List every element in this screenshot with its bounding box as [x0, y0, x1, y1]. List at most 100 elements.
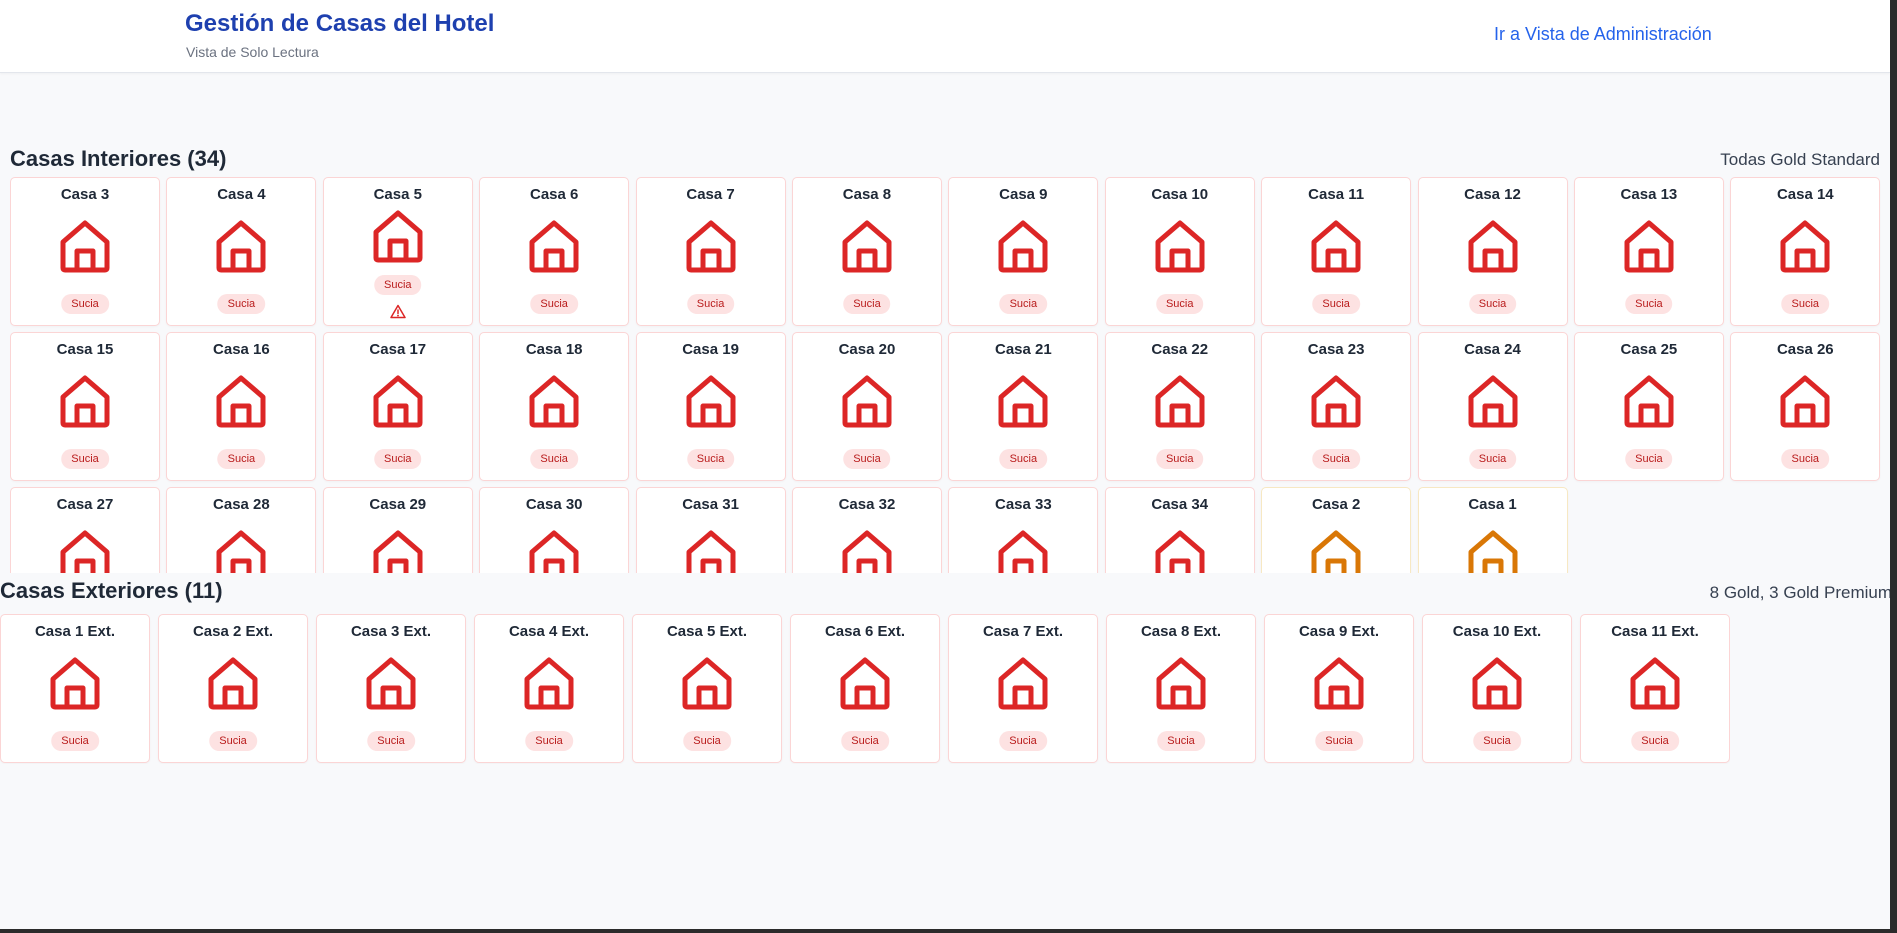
house-card-label: Casa 1 Ext.	[34, 623, 116, 640]
house-card[interactable]: Casa 3 Sucia	[10, 177, 160, 326]
house-card[interactable]: Casa 7 Sucia	[635, 177, 786, 326]
house-card[interactable]: Casa 21 Sucia	[948, 332, 1099, 481]
house-card-label: Casa 6	[529, 186, 579, 203]
house-card[interactable]: Casa 14 Sucia	[1730, 177, 1881, 326]
house-icon	[1466, 218, 1520, 274]
house-card[interactable]: Casa 6 Ext. Sucia	[790, 614, 940, 763]
house-icon	[1153, 373, 1207, 429]
admin-view-link[interactable]: Ir a Vista de Administración	[1494, 24, 1712, 45]
house-card-label: Casa 25	[1620, 341, 1678, 358]
house-icon	[214, 528, 268, 573]
house-icon	[680, 655, 734, 711]
house-card[interactable]: Casa 23 Sucia	[1261, 332, 1412, 481]
house-card[interactable]: Casa 19 Sucia	[635, 332, 786, 481]
house-card[interactable]: Casa 28	[166, 487, 317, 573]
house-icon	[58, 218, 112, 274]
house-card[interactable]: Casa 4 Ext. Sucia	[474, 614, 624, 763]
house-icon	[1309, 373, 1363, 429]
house-card[interactable]: Casa 3 Ext. Sucia	[316, 614, 466, 763]
house-card[interactable]: Casa 26 Sucia	[1730, 332, 1881, 481]
house-card-label: Casa 19	[682, 341, 739, 358]
house-card[interactable]: Casa 22 Sucia	[1104, 332, 1255, 481]
status-badge: Sucia	[217, 294, 266, 314]
status-badge: Sucia	[1155, 449, 1204, 469]
status-badge: Sucia	[999, 294, 1048, 314]
status-badge: Sucia	[525, 731, 573, 751]
house-icon	[1309, 218, 1363, 274]
house-card-label: Casa 5	[373, 186, 422, 203]
status-badge: Sucia	[1155, 294, 1204, 314]
status-badge: Sucia	[1781, 449, 1830, 469]
house-card[interactable]: Casa 20 Sucia	[791, 332, 942, 481]
house-card[interactable]: Casa 13 Sucia	[1573, 177, 1724, 326]
interior-houses-grid[interactable]: Casa 3 Sucia Casa 4 Sucia Casa 5 Sucia Casa 6 S…	[10, 177, 1881, 573]
house-icon	[1622, 373, 1676, 429]
house-card-label: Casa 9 Ext.	[1298, 623, 1380, 640]
house-card[interactable]: Casa 7 Ext. Sucia	[948, 614, 1098, 763]
house-card[interactable]: Casa 9 Sucia	[948, 177, 1099, 326]
house-card[interactable]: Casa 25 Sucia	[1573, 332, 1724, 481]
house-card[interactable]: Casa 16 Sucia	[166, 332, 317, 481]
house-card-label: Casa 23	[1307, 341, 1365, 358]
house-icon	[58, 528, 112, 573]
house-card[interactable]: Casa 15 Sucia	[10, 332, 160, 481]
house-card[interactable]: Casa 27	[10, 487, 160, 573]
house-card[interactable]: Casa 4 Sucia	[166, 177, 317, 326]
house-card[interactable]: Casa 10 Sucia	[1104, 177, 1255, 326]
house-card[interactable]: Casa 9 Ext. Sucia	[1264, 614, 1414, 763]
house-card[interactable]: Casa 10 Ext. Sucia	[1422, 614, 1572, 763]
status-badge: Sucia	[530, 449, 578, 469]
house-card-label: Casa 14	[1776, 186, 1834, 203]
house-icon	[1153, 528, 1207, 573]
house-card[interactable]: Casa 1	[1417, 487, 1568, 573]
house-card-label: Casa 28	[213, 496, 270, 513]
house-card[interactable]: Casa 1 Ext. Sucia	[0, 614, 150, 763]
status-badge: Sucia	[51, 731, 99, 751]
house-card[interactable]: Casa 31	[635, 487, 786, 573]
house-card[interactable]: Casa 8 Ext. Sucia	[1106, 614, 1256, 763]
house-card[interactable]: Casa 34	[1104, 487, 1255, 573]
house-icon	[684, 218, 738, 274]
house-card[interactable]: Casa 33	[948, 487, 1099, 573]
house-card[interactable]: Casa 2 Ext. Sucia	[158, 614, 308, 763]
house-card-label: Casa 32	[838, 496, 896, 513]
house-icon	[838, 655, 892, 711]
house-card[interactable]: Casa 30	[479, 487, 630, 573]
house-card[interactable]: Casa 6 Sucia	[479, 177, 630, 326]
house-card[interactable]: Casa 5 Sucia	[322, 177, 473, 326]
house-card-label: Casa 7	[686, 186, 735, 203]
status-badge: Sucia	[1468, 294, 1517, 314]
house-card[interactable]: Casa 11 Ext. Sucia	[1580, 614, 1730, 763]
house-card-label: Casa 6 Ext.	[824, 623, 906, 640]
house-icon	[996, 528, 1050, 573]
status-badge: Sucia	[841, 731, 889, 751]
house-card[interactable]: Casa 29	[322, 487, 473, 573]
status-badge: Sucia	[1473, 731, 1521, 751]
house-card-label: Casa 4 Ext.	[508, 623, 590, 640]
page-title: Gestión de Casas del Hotel	[185, 10, 495, 37]
status-badge: Sucia	[999, 449, 1048, 469]
exterior-houses-grid: Casa 1 Ext. Sucia Casa 2 Ext. Sucia Casa 3 E…	[0, 614, 1730, 764]
status-badge: Sucia	[374, 275, 422, 295]
status-badge: Sucia	[683, 731, 731, 751]
house-card[interactable]: Casa 5 Ext. Sucia	[632, 614, 782, 763]
house-card-label: Casa 10 Ext.	[1452, 623, 1542, 640]
house-card[interactable]: Casa 32	[791, 487, 942, 573]
house-icon	[840, 373, 894, 429]
house-card[interactable]: Casa 8 Sucia	[791, 177, 942, 326]
house-card[interactable]: Casa 2	[1261, 487, 1412, 573]
house-card-label: Casa 29	[369, 496, 427, 513]
house-card[interactable]: Casa 18 Sucia	[479, 332, 630, 481]
house-icon	[371, 208, 425, 264]
house-card-label: Casa 33	[994, 496, 1052, 513]
house-card-label: Casa 20	[838, 341, 896, 358]
house-icon	[1466, 373, 1520, 429]
house-card-label: Casa 5 Ext.	[666, 623, 748, 640]
house-card[interactable]: Casa 12 Sucia	[1417, 177, 1568, 326]
house-card[interactable]: Casa 11 Sucia	[1261, 177, 1412, 326]
house-card-label: Casa 16	[213, 341, 270, 358]
house-card[interactable]: Casa 17 Sucia	[322, 332, 473, 481]
house-icon	[214, 373, 268, 429]
house-card[interactable]: Casa 24 Sucia	[1417, 332, 1568, 481]
status-badge: Sucia	[217, 449, 266, 469]
